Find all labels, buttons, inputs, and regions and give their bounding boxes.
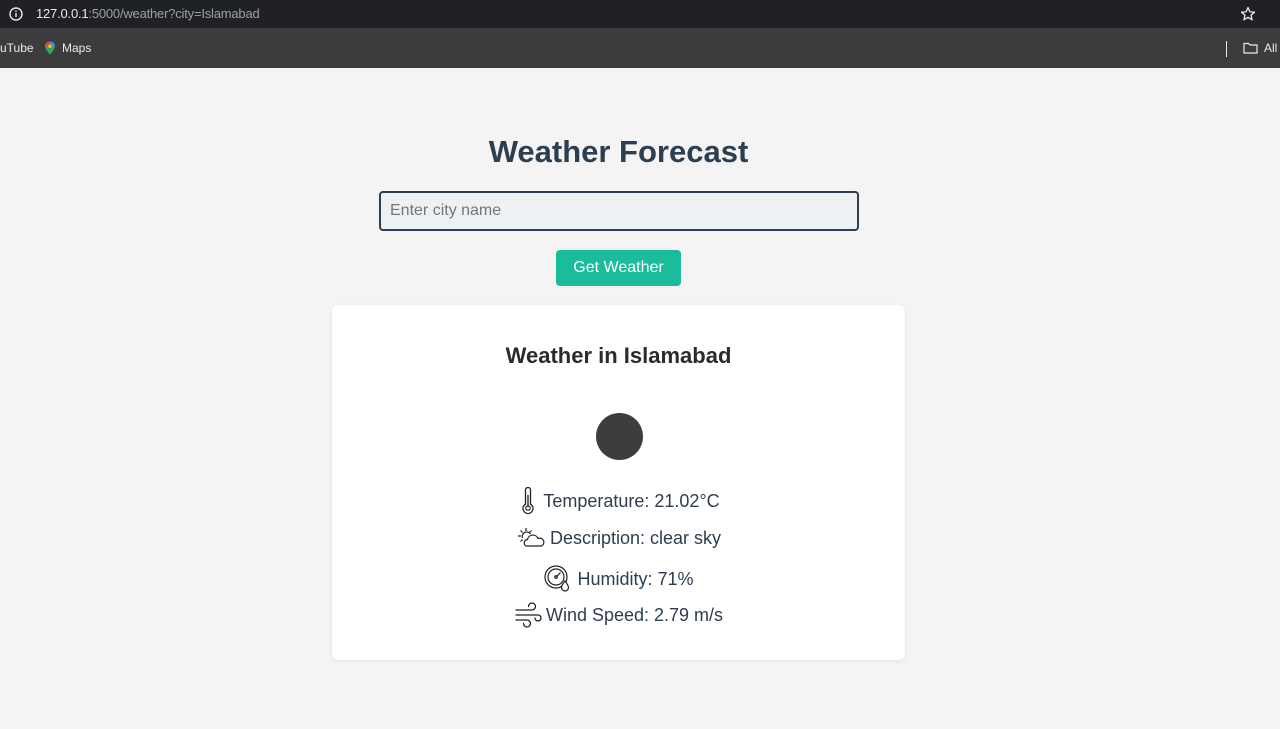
weather-result-card: Weather in Islamabad Temperature: 21.02°… [332, 305, 905, 660]
humidity-text: Humidity: 71% [577, 568, 694, 589]
maps-icon [45, 41, 55, 55]
bookmarks-bar: uTube Maps All [0, 28, 1280, 68]
all-bookmarks[interactable]: All [1243, 41, 1277, 55]
humidity-gauge-icon [544, 565, 570, 592]
wind-icon [515, 602, 542, 628]
sun-cloud-icon [517, 528, 545, 547]
temperature-text: Temperature: 21.02°C [543, 490, 720, 511]
get-weather-button[interactable]: Get Weather [556, 250, 681, 286]
star-icon[interactable] [1240, 6, 1256, 22]
description-row: Description: clear sky [332, 526, 905, 550]
weather-heading: Weather in Islamabad [505, 343, 732, 368]
bookmark-maps[interactable]: Maps [44, 41, 91, 55]
url-field[interactable]: 127.0.0.1:5000/weather?city=Islamabad [36, 6, 260, 21]
url-path: :5000/weather?city=Islamabad [88, 6, 260, 21]
weather-condition-image [596, 413, 643, 460]
bookmark-youtube[interactable]: uTube [0, 41, 34, 55]
page-title: Weather Forecast [488, 134, 749, 169]
humidity-row: Humidity: 71% [332, 564, 905, 594]
all-bookmarks-label: All [1264, 41, 1278, 55]
wind-row: Wind Speed: 2.79 m/s [332, 602, 905, 628]
url-host: 127.0.0.1 [36, 6, 89, 21]
description-text: Description: clear sky [549, 527, 722, 548]
address-bar: 127.0.0.1:5000/weather?city=Islamabad [0, 0, 1280, 28]
folder-icon [1243, 42, 1258, 54]
bookmark-maps-label: Maps [62, 41, 92, 55]
bookmarks-divider [1226, 41, 1227, 57]
temperature-row: Temperature: 21.02°C [332, 487, 905, 515]
info-icon[interactable] [9, 7, 23, 21]
city-search-input[interactable] [379, 191, 859, 231]
wind-speed-text: Wind Speed: 2.79 m/s [545, 604, 724, 625]
thermometer-icon [522, 487, 534, 515]
